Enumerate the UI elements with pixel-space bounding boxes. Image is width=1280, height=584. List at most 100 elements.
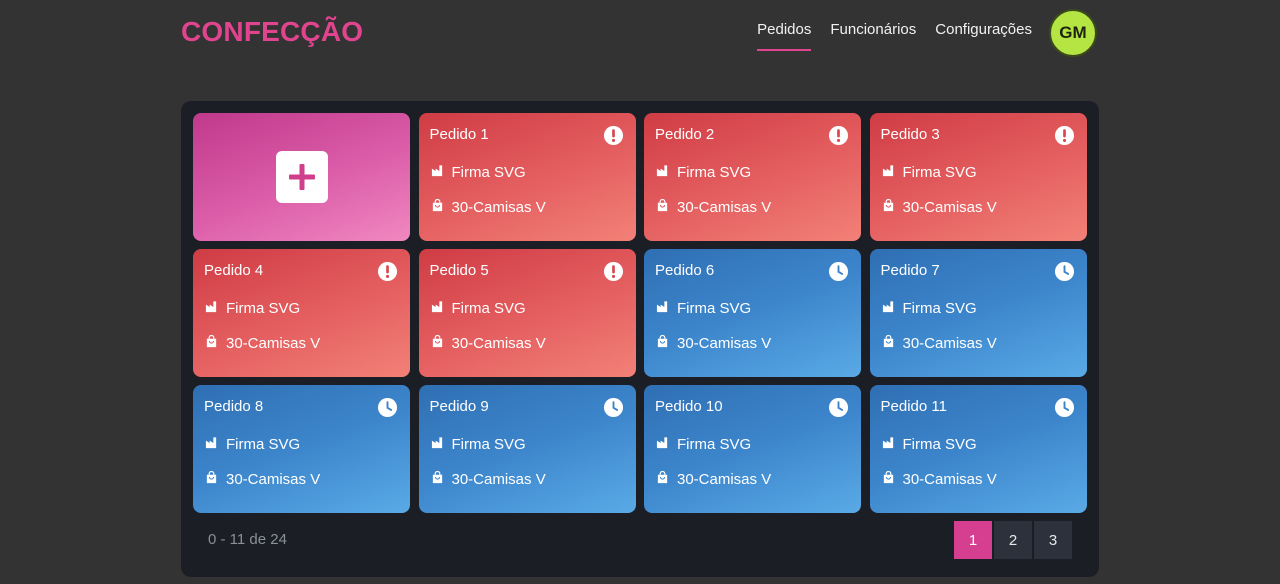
order-item-row: 30-Camisas V — [882, 334, 997, 352]
factory-icon — [656, 164, 669, 181]
order-item: 30-Camisas V — [902, 199, 997, 216]
order-title: Pedido 7 — [880, 262, 940, 279]
order-item-row: 30-Camisas V — [431, 470, 546, 488]
order-card[interactable]: Pedido 9 Firma SVG 30-Camisas V — [418, 385, 636, 513]
order-item-row: 30-Camisas V — [882, 198, 997, 216]
clock-icon — [1054, 261, 1075, 282]
order-card[interactable]: Pedido 11 Firma SVG 30-Camisas V — [869, 385, 1087, 513]
order-item: 30-Camisas V — [451, 335, 546, 352]
order-card[interactable]: Pedido 7 Firma SVG 30-Camisas V — [869, 249, 1087, 377]
order-card[interactable]: Pedido 6 Firma SVG 30-Camisas V — [644, 249, 861, 377]
factory-icon — [431, 164, 444, 181]
order-card[interactable]: Pedido 5 Firma SVG 30-Camisas V — [418, 249, 636, 377]
order-card[interactable]: Pedido 10 Firma SVG 30-Camisas V — [644, 385, 861, 513]
order-item-row: 30-Camisas V — [656, 198, 772, 216]
order-item: 30-Camisas V — [677, 335, 772, 352]
shopping-bag-icon — [431, 334, 444, 352]
shopping-bag-icon — [205, 470, 218, 488]
factory-icon — [882, 436, 895, 453]
order-item: 30-Camisas V — [226, 335, 321, 352]
order-client-row: Firma SVG — [882, 436, 977, 453]
shopping-bag-icon — [205, 334, 218, 352]
shopping-bag-icon — [431, 198, 444, 216]
page-button-1[interactable]: 1 — [954, 521, 992, 559]
order-title: Pedido 10 — [655, 398, 723, 415]
pagination-range: 0 - 11 de 24 — [208, 531, 287, 548]
page-button-2[interactable]: 2 — [994, 521, 1032, 559]
top-bar: CONFECÇÃO Pedidos Funcionários Configuraçõ… — [0, 0, 1280, 66]
shopping-bag-icon — [882, 198, 895, 216]
order-item: 30-Camisas V — [451, 471, 546, 488]
clock-icon — [377, 397, 398, 418]
order-client-row: Firma SVG — [431, 164, 526, 181]
add-order-card[interactable] — [193, 113, 410, 241]
order-client: Firma SVG — [226, 300, 301, 317]
order-item: 30-Camisas V — [677, 199, 772, 216]
factory-icon — [882, 300, 895, 317]
order-client-row: Firma SVG — [656, 300, 751, 317]
order-client: Firma SVG — [677, 164, 752, 181]
order-client: Firma SVG — [451, 300, 526, 317]
nav-item-pedidos[interactable]: Pedidos — [757, 21, 812, 51]
order-item: 30-Camisas V — [226, 471, 321, 488]
order-client-row: Firma SVG — [882, 300, 977, 317]
order-client: Firma SVG — [677, 436, 752, 453]
order-item-row: 30-Camisas V — [205, 470, 321, 488]
order-client: Firma SVG — [677, 300, 752, 317]
order-client: Firma SVG — [451, 436, 526, 453]
brand-logo[interactable]: CONFECÇÃO — [181, 16, 363, 48]
alert-icon — [377, 261, 398, 282]
order-title: Pedido 3 — [880, 126, 940, 143]
order-client-row: Firma SVG — [656, 164, 751, 181]
order-card[interactable]: Pedido 4 Firma SVG 30-Camisas V — [193, 249, 410, 377]
factory-icon — [882, 164, 895, 181]
clock-icon — [828, 397, 849, 418]
order-client: Firma SVG — [451, 164, 526, 181]
order-item: 30-Camisas V — [451, 199, 546, 216]
shopping-bag-icon — [656, 470, 669, 488]
plus-icon — [289, 164, 315, 190]
order-client-row: Firma SVG — [205, 300, 300, 317]
alert-icon — [603, 125, 624, 146]
main-nav: Pedidos Funcionários Configurações — [757, 21, 1032, 51]
order-card[interactable]: Pedido 8 Firma SVG 30-Camisas V — [193, 385, 410, 513]
factory-icon — [205, 300, 218, 317]
order-item-row: 30-Camisas V — [431, 334, 546, 352]
orders-panel: Pedido 1 Firma SVG 30-Camisas V Pedido 2 Fir… — [181, 101, 1099, 577]
order-title: Pedido 1 — [429, 126, 489, 143]
factory-icon — [205, 436, 218, 453]
nav-item-funcionarios[interactable]: Funcionários — [830, 21, 916, 51]
add-order-button[interactable] — [276, 151, 328, 203]
clock-icon — [603, 397, 624, 418]
order-title: Pedido 8 — [204, 398, 264, 415]
orders-grid: Pedido 1 Firma SVG 30-Camisas V Pedido 2 Fir… — [193, 113, 1087, 513]
order-item-row: 30-Camisas V — [882, 470, 997, 488]
clock-icon — [1054, 397, 1075, 418]
order-card[interactable]: Pedido 3 Firma SVG 30-Camisas V — [869, 113, 1087, 241]
alert-icon — [1054, 125, 1075, 146]
order-item-row: 30-Camisas V — [656, 470, 772, 488]
order-client: Firma SVG — [902, 300, 977, 317]
alert-icon — [603, 261, 624, 282]
order-item-row: 30-Camisas V — [205, 334, 321, 352]
shopping-bag-icon — [431, 470, 444, 488]
factory-icon — [656, 436, 669, 453]
page-button-3[interactable]: 3 — [1034, 521, 1072, 559]
factory-icon — [431, 436, 444, 453]
order-client-row: Firma SVG — [656, 436, 751, 453]
shopping-bag-icon — [656, 334, 669, 352]
factory-icon — [431, 300, 444, 317]
order-client: Firma SVG — [902, 164, 977, 181]
order-client-row: Firma SVG — [431, 436, 526, 453]
order-item: 30-Camisas V — [677, 471, 772, 488]
order-title: Pedido 4 — [204, 262, 264, 279]
order-card[interactable]: Pedido 2 Firma SVG 30-Camisas V — [644, 113, 861, 241]
order-card[interactable]: Pedido 1 Firma SVG 30-Camisas V — [418, 113, 636, 241]
shopping-bag-icon — [656, 198, 669, 216]
nav-item-configuracoes[interactable]: Configurações — [935, 21, 1032, 51]
order-title: Pedido 5 — [429, 262, 489, 279]
user-avatar[interactable]: GM — [1049, 9, 1097, 57]
factory-icon — [656, 300, 669, 317]
pagination: 123 — [954, 521, 1072, 559]
order-item: 30-Camisas V — [902, 471, 997, 488]
